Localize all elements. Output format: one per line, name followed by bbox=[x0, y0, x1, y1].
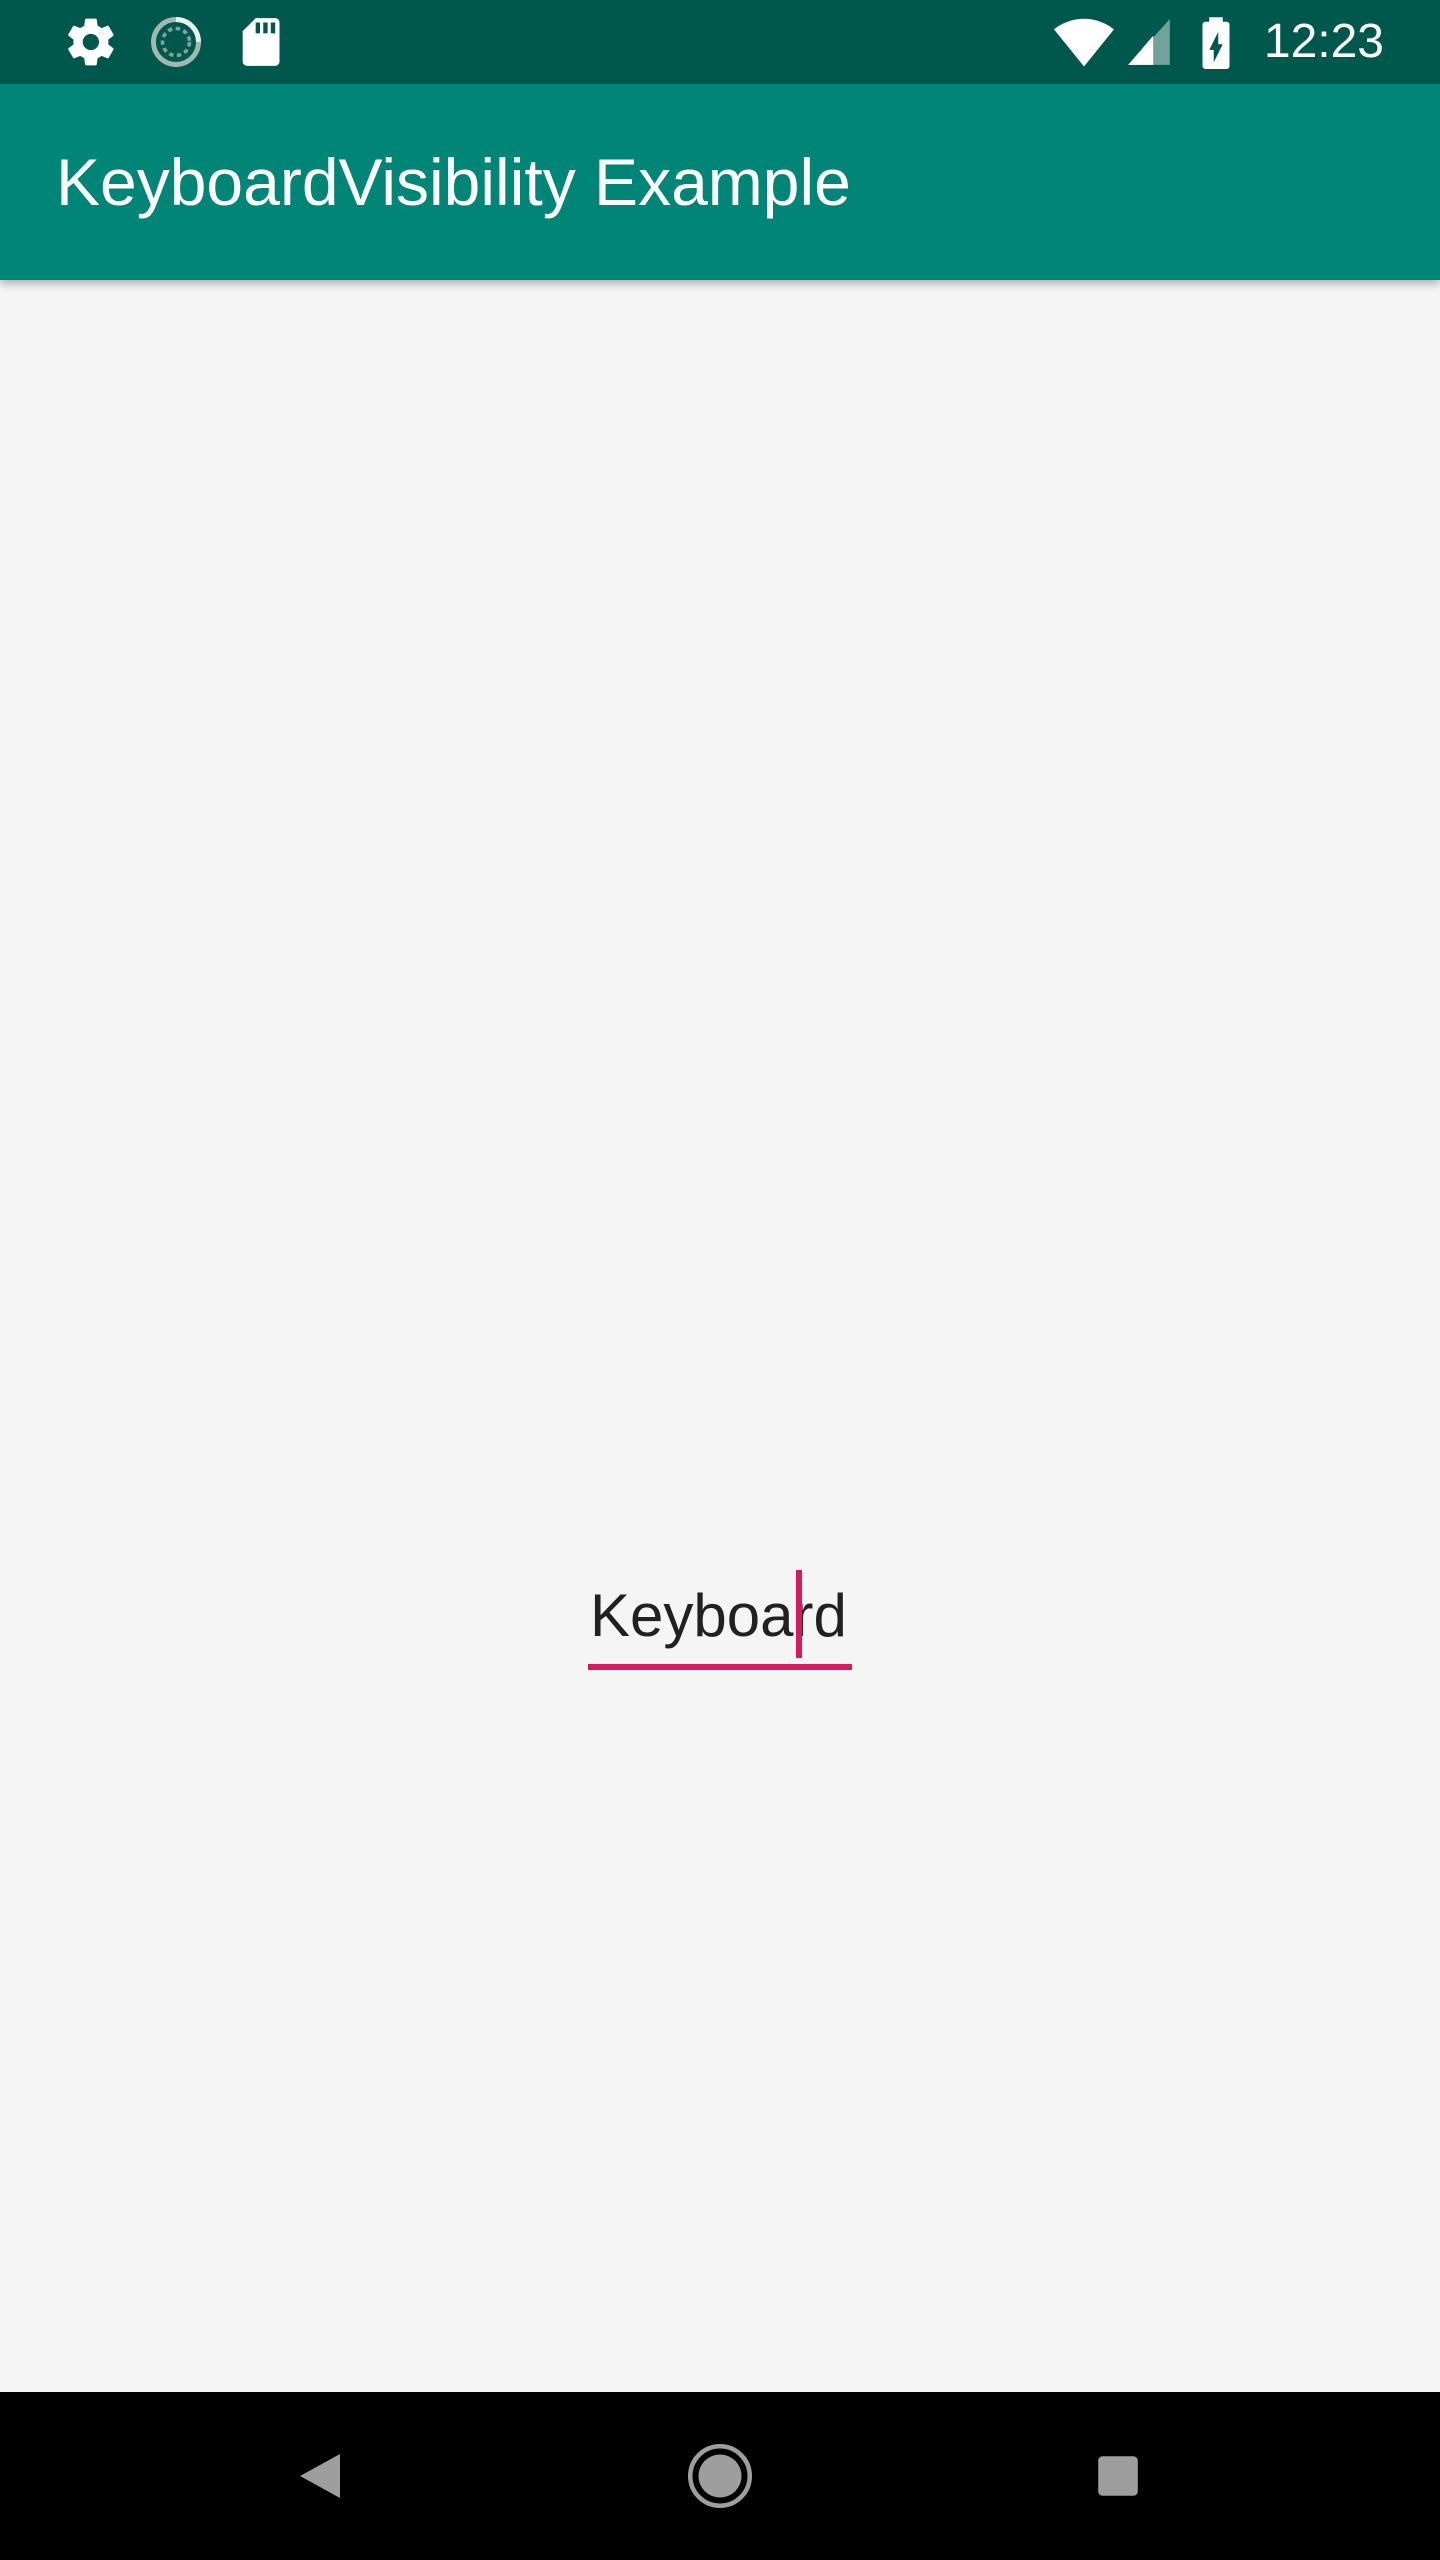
navigation-bar bbox=[0, 2392, 1440, 2560]
edit-field-underline bbox=[588, 1664, 852, 1670]
status-time: 12:23 bbox=[1263, 15, 1384, 68]
wifi-icon bbox=[1052, 0, 1116, 84]
cell-signal-icon bbox=[1124, 0, 1174, 84]
keyboard-edit-field[interactable]: Keyboard bbox=[588, 1570, 852, 1674]
app-bar: KeyboardVisibility Example bbox=[0, 84, 1440, 280]
gear-icon bbox=[60, 0, 122, 84]
back-icon[interactable] bbox=[236, 2392, 404, 2560]
sync-icon bbox=[146, 0, 206, 84]
home-icon[interactable] bbox=[636, 2392, 804, 2560]
sd-card-icon bbox=[234, 0, 286, 84]
status-bar: 12:23 bbox=[0, 0, 1440, 84]
text-cursor bbox=[796, 1570, 802, 1658]
app-title: KeyboardVisibility Example bbox=[56, 145, 851, 219]
main-content: Keyboard bbox=[0, 280, 1440, 2392]
battery-charging-icon bbox=[1196, 0, 1236, 84]
recents-icon[interactable] bbox=[1034, 2392, 1202, 2560]
edit-field-text: Keyboard bbox=[590, 1582, 847, 1649]
